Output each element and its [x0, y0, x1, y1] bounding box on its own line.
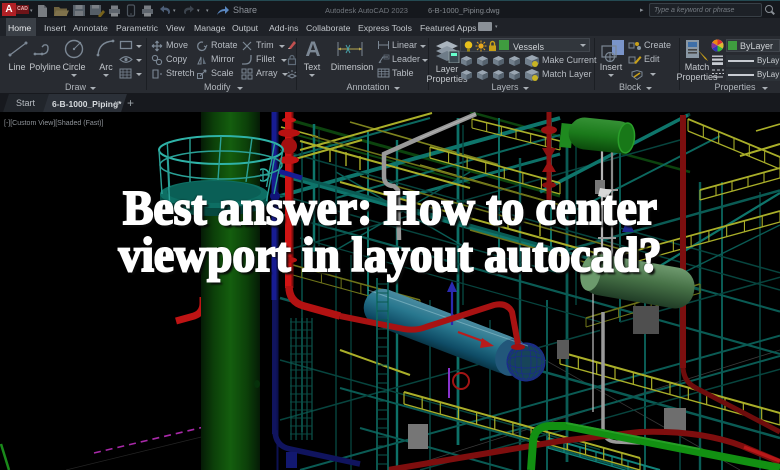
svg-text:A: A	[305, 38, 320, 60]
